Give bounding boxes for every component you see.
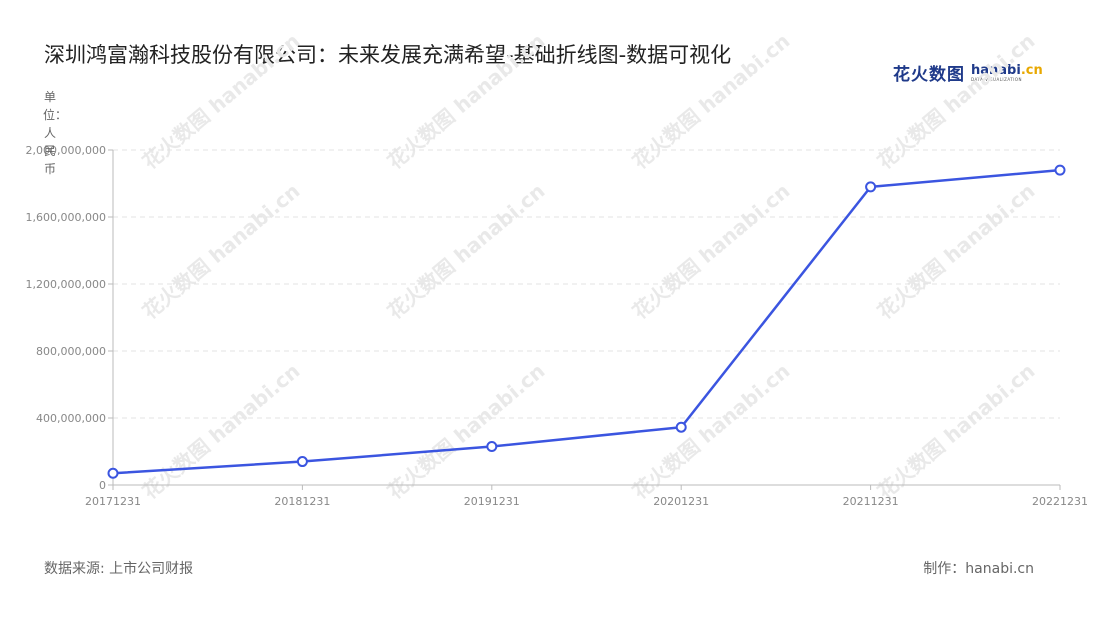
watermark-layer: 花火数图 hanabi.cn 花火数图 hanabi.cn 花火数图 hanabi.… <box>138 29 1040 504</box>
watermark-text: 花火数图 hanabi.cn <box>873 359 1040 504</box>
y-tick-label: 400,000,000 <box>36 412 106 425</box>
watermark-text: 花火数图 hanabi.cn <box>383 179 550 324</box>
watermark-text: 花火数图 hanabi.cn <box>383 359 550 504</box>
credit-text: 制作：hanabi.cn <box>923 561 1034 577</box>
watermark-text: 花火数图 hanabi.cn <box>138 179 305 324</box>
grid-lines <box>113 149 1060 419</box>
y-tick-label: 2,000,000,000 <box>26 144 106 157</box>
x-tick-label: 20211231 <box>843 495 899 508</box>
data-point <box>675 421 687 433</box>
data-point <box>1054 164 1066 176</box>
watermark-text: 花火数图 hanabi.cn <box>138 359 305 504</box>
y-tick-label: 800,000,000 <box>36 345 106 358</box>
x-tick-label: 20181231 <box>274 495 330 508</box>
y-axis-ticks: 0 400,000,000 800,000,000 1,200,000,000 1,60… <box>26 144 113 492</box>
data-point <box>486 440 498 452</box>
x-tick-label: 20221231 <box>1032 495 1088 508</box>
watermark-text: 花火数图 hanabi.cn <box>383 29 550 174</box>
y-tick-label: 1,600,000,000 <box>26 211 106 224</box>
watermark-text: 花火数图 hanabi.cn <box>873 29 1040 174</box>
y-tick-label: 0 <box>99 479 106 492</box>
watermark-text: 花火数图 hanabi.cn <box>628 179 795 324</box>
watermark-text: 花火数图 hanabi.cn <box>873 179 1040 324</box>
watermark-text: 花火数图 hanabi.cn <box>628 29 795 174</box>
axes <box>112 150 1060 486</box>
line-chart: 花火数图 hanabi.cn 花火数图 hanabi.cn 花火数图 hanabi.… <box>26 29 1088 508</box>
y-tick-label: 1,200,000,000 <box>26 278 106 291</box>
data-point <box>296 456 308 468</box>
y-axis-unit-label: 单位：人民币 <box>43 90 68 176</box>
x-tick-label: 20191231 <box>464 495 520 508</box>
x-axis-ticks: 20171231 20181231 20191231 20201231 20211231… <box>85 485 1088 508</box>
x-tick-label: 20201231 <box>653 495 709 508</box>
data-source: 数据来源: 上市公司财报 <box>44 561 194 577</box>
watermark-text: 花火数图 hanabi.cn <box>138 29 305 174</box>
x-tick-label: 20171231 <box>85 495 141 508</box>
data-point <box>107 467 119 479</box>
data-point <box>865 181 877 193</box>
